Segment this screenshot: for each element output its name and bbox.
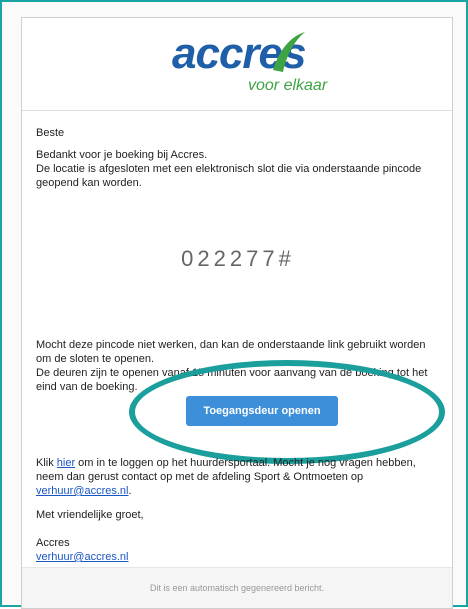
info-line-2: De deuren zijn te openen vanaf 15 minute… — [36, 367, 428, 393]
intro-paragraph: Bedankt voor je boeking bij Accres. De l… — [36, 148, 440, 190]
portal-suffix: . — [128, 485, 132, 497]
email-header: accres voor elkaar — [22, 18, 452, 111]
logo-tagline: voor elkaar — [248, 77, 328, 94]
signature: Accres verhuur@accres.nl — [36, 536, 128, 564]
email-card: accres voor elkaar Beste Bedankt voor je… — [21, 17, 453, 609]
pincode: 022277# — [181, 246, 295, 271]
signature-email-link[interactable]: verhuur@accres.nl — [36, 551, 128, 563]
info-paragraph: Mocht deze pincode niet werken, dan kan … — [36, 338, 440, 394]
signature-name: Accres — [36, 537, 70, 549]
screenshot-frame: accres voor elkaar Beste Bedankt voor je… — [0, 0, 468, 609]
portal-text: om in te loggen op het huurdersportaal. … — [36, 457, 416, 483]
accres-logo: accres voor elkaar — [22, 32, 452, 102]
email-footer: Dit is een automatisch gegenereerd beric… — [22, 567, 452, 608]
greeting: Beste — [36, 127, 65, 139]
portal-login-link[interactable]: hier — [57, 457, 75, 469]
contact-email-link[interactable]: verhuur@accres.nl — [36, 485, 128, 497]
intro-line-1: Bedankt voor je boeking bij Accres. — [36, 149, 208, 161]
intro-line-2: De locatie is afgesloten met een elektro… — [36, 163, 422, 189]
portal-prefix: Klik — [36, 457, 57, 469]
closing: Met vriendelijke groet, — [36, 509, 144, 521]
logo-swoosh-icon — [273, 32, 305, 72]
portal-paragraph: Klik hier om in te loggen op het huurder… — [36, 456, 440, 498]
info-line-1: Mocht deze pincode niet werken, dan kan … — [36, 339, 426, 365]
open-door-button[interactable]: Toegangsdeur openen — [186, 396, 338, 426]
